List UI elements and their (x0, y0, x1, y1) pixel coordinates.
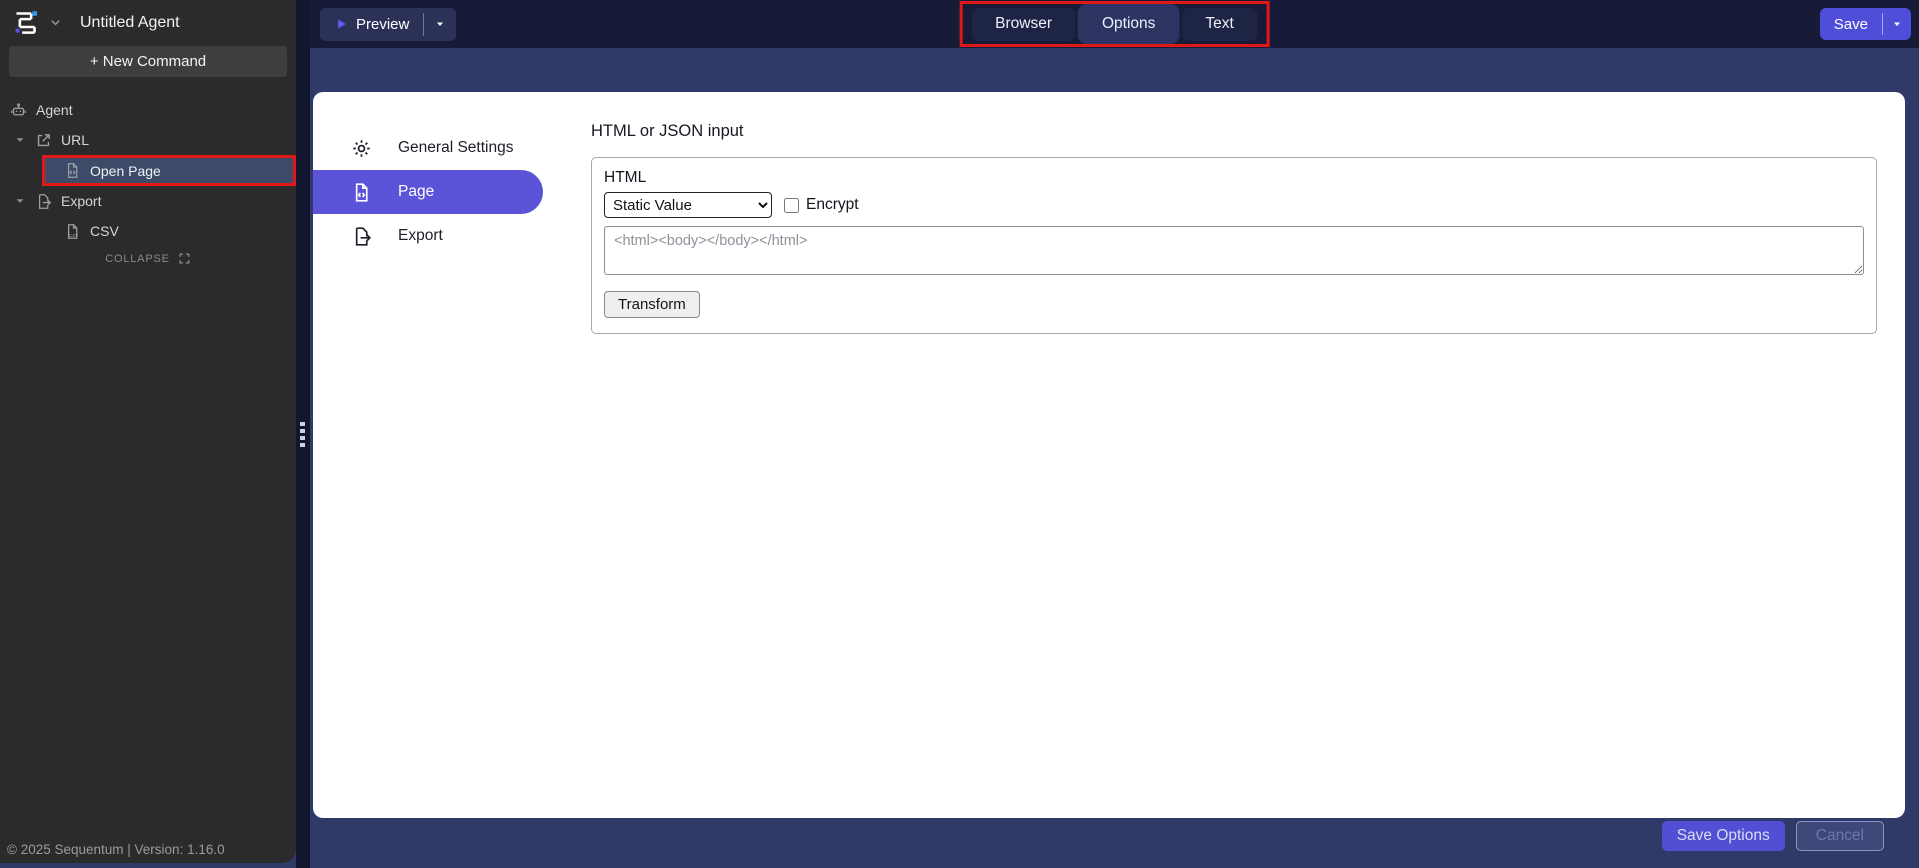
play-icon (334, 17, 348, 31)
nav-item-export[interactable]: Export (313, 214, 543, 258)
options-panel: General Settings Page Export HTML or JSO… (313, 92, 1905, 818)
command-tree: Agent URL Open Page Export CSV CSV COLLA… (0, 89, 296, 265)
nav-item-label: Page (398, 183, 435, 200)
save-button[interactable]: Save (1819, 8, 1911, 40)
encrypt-label: Encrypt (806, 196, 859, 213)
expand-icon (178, 252, 191, 265)
value-type-select[interactable]: Static Value (604, 192, 772, 218)
html-input-textarea[interactable] (604, 226, 1864, 275)
preview-dropdown-button[interactable] (424, 8, 456, 41)
tab-text[interactable]: Text (1181, 7, 1258, 41)
options-nav: General Settings Page Export (313, 92, 543, 818)
tree-item-open-page annotation-box[interactable]: Open Page (42, 155, 296, 186)
file-export-icon (35, 193, 52, 210)
chevron-down-icon[interactable] (13, 133, 27, 147)
agent-menu-chevron-down-icon[interactable] (48, 15, 63, 30)
svg-text:CSV: CSV (69, 232, 78, 237)
tree-item-csv[interactable]: CSV CSV (0, 216, 296, 246)
tree-item-label: URL (61, 132, 90, 148)
file-csv-icon: CSV (64, 223, 81, 240)
save-options-button[interactable]: Save Options (1661, 821, 1785, 851)
transform-button[interactable]: Transform (604, 291, 700, 318)
cancel-button[interactable]: Cancel (1795, 821, 1884, 851)
nav-item-general-settings[interactable]: General Settings (313, 126, 543, 170)
version-footer: © 2025 Sequentum | Version: 1.16.0 (7, 842, 225, 857)
external-link-icon (35, 132, 52, 149)
html-field-label: HTML (604, 169, 647, 186)
encrypt-option: Encrypt (784, 196, 859, 214)
collapse-label: COLLAPSE (105, 252, 170, 265)
nav-item-label: General Settings (398, 139, 514, 156)
save-label: Save (1833, 15, 1868, 33)
preview-label: Preview (356, 15, 410, 33)
nav-item-page[interactable]: Page (313, 170, 543, 214)
preview-button[interactable]: Preview (320, 7, 457, 41)
tree-item-url[interactable]: URL (0, 125, 296, 155)
tree-item-label: Agent (36, 102, 73, 118)
file-code-icon (64, 162, 81, 179)
sidebar-header: Untitled Agent (0, 0, 296, 43)
drag-grip-icon[interactable] (300, 422, 305, 447)
tree-item-label: Export (61, 193, 102, 209)
annotation-box-tabs: Browser Options Text (959, 1, 1270, 47)
nav-item-label: Export (398, 227, 443, 244)
tab-browser[interactable]: Browser (971, 7, 1076, 41)
tree-item-agent[interactable]: Agent (0, 95, 296, 125)
collapse-tree-button[interactable]: COLLAPSE (0, 252, 296, 265)
agent-title: Untitled Agent (80, 13, 180, 31)
file-code-icon (351, 182, 372, 203)
caret-down-icon (1891, 18, 1903, 30)
gear-icon (351, 138, 372, 159)
options-footer-actions: Save Options Cancel (1661, 821, 1884, 851)
app-logo-icon[interactable] (12, 9, 39, 36)
save-dropdown-button[interactable] (1883, 8, 1911, 40)
page-options-form: HTML or JSON input HTML Static Value Enc… (543, 92, 1905, 818)
tree-item-label: Open Page (90, 162, 161, 179)
form-heading: HTML or JSON input (591, 122, 744, 140)
new-command-button[interactable]: + New Command (9, 46, 287, 77)
chevron-down-icon[interactable] (13, 194, 27, 208)
tab-options[interactable]: Options (1078, 4, 1180, 44)
options-content: General Settings Page Export HTML or JSO… (310, 48, 1919, 868)
app-root: Untitled Agent + New Command Agent URL O… (0, 0, 1919, 868)
file-export-icon (351, 226, 372, 247)
html-input-groupbox: HTML Static Value Encrypt <html><body></… (591, 157, 1877, 334)
tree-item-label: CSV (90, 223, 119, 239)
tree-item-export[interactable]: Export (0, 186, 296, 216)
sidebar: Untitled Agent + New Command Agent URL O… (0, 0, 296, 863)
sidebar-resize-gutter[interactable] (296, 0, 310, 868)
main-area: Preview Browser Options Text Save Genera… (310, 0, 1919, 868)
robot-icon (10, 102, 27, 119)
topbar: Preview Browser Options Text Save (310, 0, 1919, 48)
encrypt-checkbox[interactable] (784, 197, 799, 213)
caret-down-icon (434, 18, 446, 30)
